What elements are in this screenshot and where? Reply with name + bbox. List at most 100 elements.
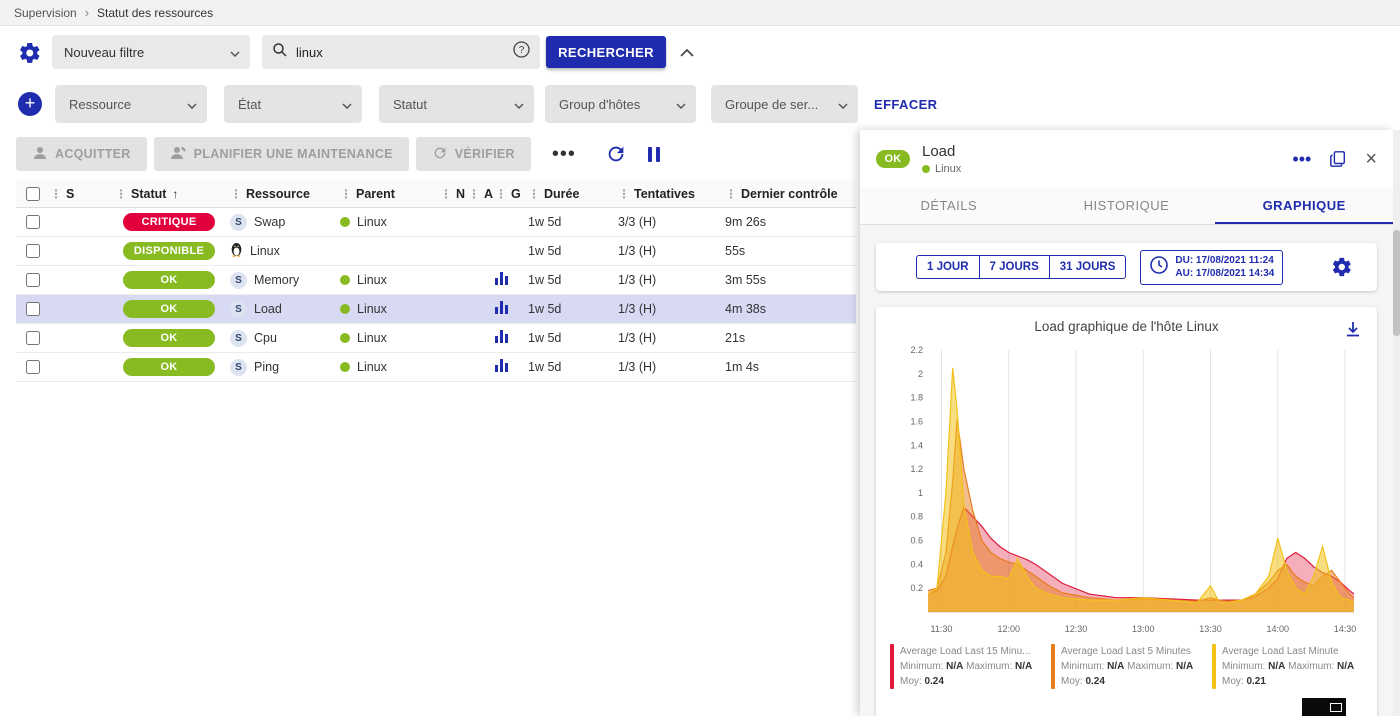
breadcrumb: Supervision › Statut des ressources xyxy=(0,0,1400,26)
criteria-state-select[interactable]: État xyxy=(224,85,362,123)
clear-filters-link[interactable]: EFFACER xyxy=(874,97,937,112)
range-1day-button[interactable]: 1 JOUR xyxy=(916,255,980,279)
screen-icon xyxy=(1330,703,1342,712)
row-checkbox[interactable] xyxy=(26,215,40,229)
column-menu-icon: ⋮ xyxy=(50,187,62,201)
criteria-hostgroup-select[interactable]: Group d'hôtes xyxy=(545,85,696,123)
column-header-parent[interactable]: ⋮Parent xyxy=(340,187,440,201)
panel-scrollbar[interactable] xyxy=(1393,130,1400,716)
tab-history[interactable]: HISTORIQUE xyxy=(1038,188,1216,224)
svg-text:2: 2 xyxy=(917,369,922,379)
column-header-g[interactable]: ⋮G xyxy=(495,187,528,201)
svg-text:13:30: 13:30 xyxy=(1199,624,1222,634)
table-row[interactable]: OK SPing Linux 1w 5d 1/3 (H) 1m 4s xyxy=(16,353,856,382)
svg-text:?: ? xyxy=(519,45,525,56)
column-header-n[interactable]: ⋮N xyxy=(440,187,468,201)
more-actions-ellipsis-icon[interactable]: ••• xyxy=(552,149,576,159)
add-criteria-button[interactable]: + xyxy=(18,92,42,116)
column-header-a[interactable]: ⋮A xyxy=(468,187,495,201)
column-header-resource[interactable]: ⋮Ressource xyxy=(230,187,340,201)
clock-icon xyxy=(1149,255,1169,280)
table-row-selected[interactable]: OK SLoad Linux 1w 5d 1/3 (H) 4m 38s xyxy=(16,295,856,324)
range-7days-button[interactable]: 7 JOURS xyxy=(979,255,1050,279)
chevron-down-icon xyxy=(504,97,524,112)
row-checkbox[interactable] xyxy=(26,331,40,345)
graph-icon[interactable] xyxy=(495,330,508,343)
column-header-tries[interactable]: ⋮Tentatives xyxy=(618,187,725,201)
column-menu-icon: ⋮ xyxy=(528,187,540,201)
saved-filter-select[interactable]: Nouveau filtre xyxy=(52,35,250,69)
breadcrumb-section[interactable]: Supervision xyxy=(14,6,77,20)
criteria-servicegroup-select[interactable]: Groupe de ser... xyxy=(711,85,858,123)
parent-status-dot xyxy=(340,275,350,285)
download-icon[interactable] xyxy=(1343,319,1363,339)
close-panel-icon[interactable]: × xyxy=(1365,151,1377,167)
row-checkbox[interactable] xyxy=(26,273,40,287)
tries-value: 3/3 (H) xyxy=(618,215,725,229)
tries-value: 1/3 (H) xyxy=(618,360,725,374)
load-chart[interactable]: 11:3012:0012:3013:0013:3014:0014:300.20.… xyxy=(892,340,1362,640)
criteria-label: Groupe de ser... xyxy=(725,97,818,112)
column-header-duration[interactable]: ⋮Durée xyxy=(528,187,618,201)
refresh-icon[interactable] xyxy=(605,143,627,165)
criteria-resource-select[interactable]: Ressource xyxy=(55,85,207,123)
copy-link-icon[interactable] xyxy=(1329,150,1347,168)
duration-value: 1w 5d xyxy=(528,215,618,229)
service-icon: S xyxy=(230,301,247,318)
tries-value: 1/3 (H) xyxy=(618,273,725,287)
last-check-value: 21s xyxy=(725,331,856,345)
table-row[interactable]: DISPONIBLE Linux 1w 5d 1/3 (H) 55s xyxy=(16,237,856,266)
table-row[interactable]: OK SCpu Linux 1w 5d 1/3 (H) 21s xyxy=(16,324,856,353)
resource-name: Memory xyxy=(254,273,299,287)
pause-icon[interactable] xyxy=(648,147,660,162)
table-row[interactable]: OK SMemory Linux 1w 5d 1/3 (H) 3m 55s xyxy=(16,266,856,295)
parent-name: Linux xyxy=(357,360,387,374)
filter-settings-gear-icon[interactable] xyxy=(18,41,42,65)
tab-graph[interactable]: GRAPHIQUE xyxy=(1215,188,1393,224)
help-icon[interactable]: ? xyxy=(513,41,530,63)
row-checkbox[interactable] xyxy=(26,244,40,258)
saved-filter-value: Nouveau filtre xyxy=(64,45,144,60)
criteria-label: Statut xyxy=(393,97,427,112)
scrollbar-thumb[interactable] xyxy=(1393,230,1400,336)
plus-icon: + xyxy=(25,93,36,113)
person-icon xyxy=(32,145,48,164)
resource-name: Load xyxy=(254,302,282,316)
row-checkbox[interactable] xyxy=(26,302,40,316)
row-checkbox[interactable] xyxy=(26,360,40,374)
collapse-filters-chevron-up-icon[interactable] xyxy=(678,44,696,62)
column-header-lastcheck[interactable]: ⋮Dernier contrôle xyxy=(725,187,856,201)
criteria-bar: + Ressource État Statut Group d'hôtes Gr… xyxy=(0,78,1400,130)
resource-name: Cpu xyxy=(254,331,277,345)
graph-icon[interactable] xyxy=(495,359,508,372)
legend-item-load1[interactable]: Average Load Last Minute Minimum: N/A Ma… xyxy=(1212,644,1363,689)
last-check-value: 55s xyxy=(725,244,856,258)
time-range-button-group: 1 JOUR 7 JOURS 31 JOURS xyxy=(916,255,1126,279)
check-button[interactable]: VÉRIFIER xyxy=(416,137,531,171)
select-all-checkbox[interactable] xyxy=(26,187,40,201)
custom-date-range[interactable]: DU: 17/08/2021 11:24 AU: 17/08/2021 14:3… xyxy=(1140,250,1283,285)
parent-name: Linux xyxy=(357,215,387,229)
column-header-status[interactable]: ⋮Statut↑ xyxy=(115,187,230,201)
legend-item-load5[interactable]: Average Load Last 5 Minutes Minimum: N/A… xyxy=(1051,644,1202,689)
panel-more-ellipsis-icon[interactable]: ••• xyxy=(1292,155,1311,163)
search-button[interactable]: RECHERCHER xyxy=(546,36,666,68)
tab-details[interactable]: DÉTAILS xyxy=(860,188,1038,224)
graph-icon[interactable] xyxy=(495,301,508,314)
maintenance-button[interactable]: PLANIFIER UNE MAINTENANCE xyxy=(154,137,409,171)
search-input[interactable] xyxy=(296,45,505,60)
table-header-row: ⋮S ⋮Statut↑ ⋮Ressource ⋮Parent ⋮N ⋮A ⋮G … xyxy=(16,180,856,208)
duration-value: 1w 5d xyxy=(528,331,618,345)
breadcrumb-separator-icon: › xyxy=(85,5,89,20)
status-badge: DISPONIBLE xyxy=(123,242,215,260)
criteria-status-select[interactable]: Statut xyxy=(379,85,534,123)
graph-settings-gear-icon[interactable] xyxy=(1331,256,1353,278)
range-31days-button[interactable]: 31 JOURS xyxy=(1049,255,1127,279)
graph-icon[interactable] xyxy=(495,272,508,285)
resource-name: Swap xyxy=(254,215,285,229)
table-row[interactable]: CRITIQUE SSwap Linux 1w 5d 3/3 (H) 9m 26… xyxy=(16,208,856,237)
acknowledge-button[interactable]: ACQUITTER xyxy=(16,137,147,171)
legend-item-load15[interactable]: Average Load Last 15 Minu... Minimum: N/… xyxy=(890,644,1041,689)
column-header-severity[interactable]: ⋮S xyxy=(50,187,115,201)
host-status-dot xyxy=(922,165,930,173)
